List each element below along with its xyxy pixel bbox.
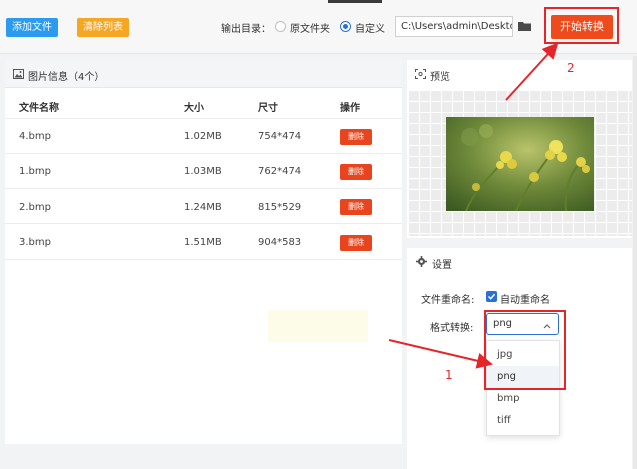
annotation-arrows	[388, 42, 559, 369]
step-2-label: 2	[567, 61, 575, 75]
step-1-label: 1	[445, 368, 453, 382]
